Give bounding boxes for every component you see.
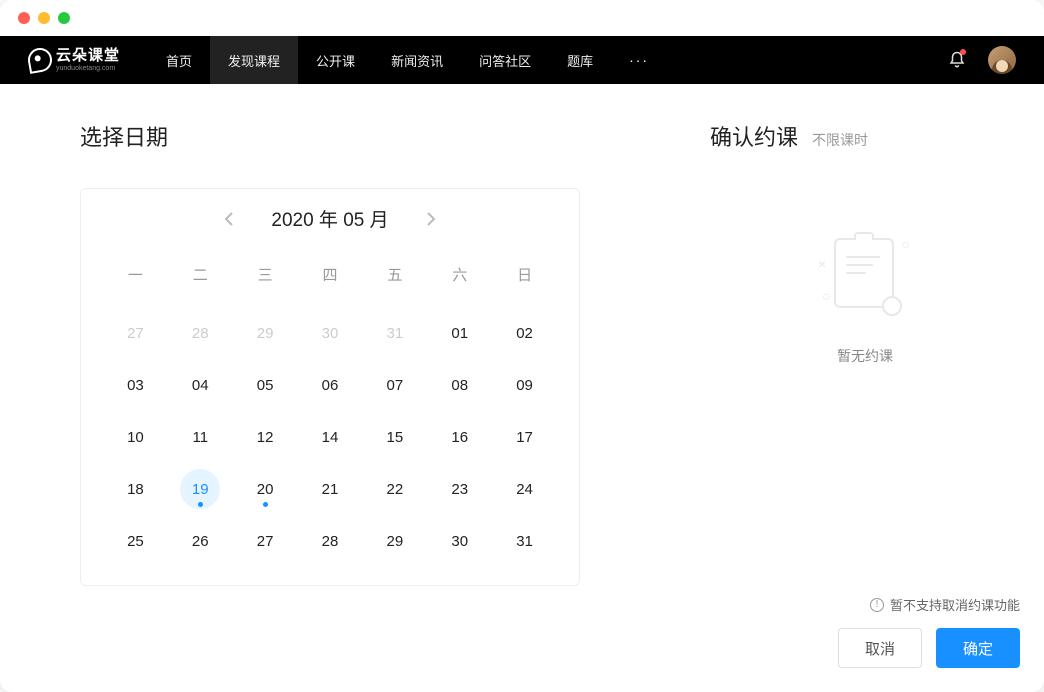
calendar-day[interactable]: 30	[429, 521, 490, 561]
calendar-day[interactable]: 12	[235, 417, 296, 457]
calendar-day[interactable]: 31	[364, 313, 425, 353]
window-minimize-button[interactable]	[38, 12, 50, 24]
calendar-day[interactable]: 26	[170, 521, 231, 561]
window-close-button[interactable]	[18, 12, 30, 24]
calendar-day[interactable]: 19	[180, 469, 220, 509]
navbar: 云朵课堂 yunduoketang.com 首页发现课程公开课新闻资讯问答社区题…	[0, 36, 1044, 84]
calendar-day[interactable]: 01	[429, 313, 490, 353]
calendar-day[interactable]: 29	[235, 313, 296, 353]
calendar-day[interactable]: 27	[105, 313, 166, 353]
cancel-button[interactable]: 取消	[838, 628, 922, 668]
window-titlebar	[0, 0, 1044, 36]
calendar-day[interactable]: 15	[364, 417, 425, 457]
nav-item-2[interactable]: 公开课	[298, 36, 373, 84]
calendar-day[interactable]: 31	[494, 521, 555, 561]
date-selection-panel: 选择日期 2020 年 05 月 一二三四五六日2728293031010203…	[80, 120, 620, 668]
calendar-dow: 五	[364, 254, 425, 301]
calendar-dow: 二	[170, 254, 231, 301]
calendar-day[interactable]: 10	[105, 417, 166, 457]
calendar-day[interactable]: 28	[300, 521, 361, 561]
nav-item-5[interactable]: 题库	[549, 36, 611, 84]
date-section-title: 选择日期	[80, 120, 620, 152]
calendar-dow: 六	[429, 254, 490, 301]
confirm-button[interactable]: 确定	[936, 628, 1020, 668]
app-window: 云朵课堂 yunduoketang.com 首页发现课程公开课新闻资讯问答社区题…	[0, 0, 1044, 692]
window-zoom-button[interactable]	[58, 12, 70, 24]
calendar-day[interactable]: 23	[429, 469, 490, 509]
calendar-dow: 日	[494, 254, 555, 301]
nav-item-1[interactable]: 发现课程	[210, 36, 298, 84]
calendar-day[interactable]: 29	[364, 521, 425, 561]
calendar-grid: 一二三四五六日272829303101020304050607080910111…	[105, 254, 555, 561]
content: 选择日期 2020 年 05 月 一二三四五六日2728293031010203…	[0, 84, 1044, 692]
nav-items: 首页发现课程公开课新闻资讯问答社区题库	[148, 36, 611, 84]
calendar-day[interactable]: 11	[170, 417, 231, 457]
calendar-day[interactable]: 24	[494, 469, 555, 509]
nav-more-button[interactable]: ···	[611, 52, 667, 68]
calendar-day[interactable]: 28	[170, 313, 231, 353]
empty-state: ○ × ○ 暂无约课	[710, 222, 1020, 595]
calendar-day[interactable]: 03	[105, 365, 166, 405]
calendar: 2020 年 05 月 一二三四五六日272829303101020304050…	[80, 188, 580, 586]
footer-note-text: 暂不支持取消约课功能	[890, 595, 1020, 614]
calendar-day[interactable]: 14	[300, 417, 361, 457]
calendar-prev-button[interactable]	[219, 209, 239, 229]
calendar-day[interactable]: 21	[300, 469, 361, 509]
booking-confirm-panel: 确认约课 不限课时 ○ × ○ 暂无约课 ! 暂不支持取消约课功能	[620, 120, 1020, 668]
brand-subtitle: yunduoketang.com	[56, 65, 120, 72]
brand[interactable]: 云朵课堂 yunduoketang.com	[28, 48, 120, 72]
notification-dot	[960, 49, 966, 55]
calendar-day[interactable]: 20	[235, 469, 296, 509]
calendar-day[interactable]: 02	[494, 313, 555, 353]
calendar-day[interactable]: 04	[170, 365, 231, 405]
calendar-day[interactable]: 30	[300, 313, 361, 353]
calendar-day[interactable]: 16	[429, 417, 490, 457]
nav-item-3[interactable]: 新闻资讯	[373, 36, 461, 84]
confirm-subtitle: 不限课时	[812, 130, 868, 150]
calendar-day[interactable]: 27	[235, 521, 296, 561]
footer-note: ! 暂不支持取消约课功能	[710, 595, 1020, 614]
calendar-day[interactable]: 22	[364, 469, 425, 509]
calendar-day[interactable]: 05	[235, 365, 296, 405]
calendar-day[interactable]: 18	[105, 469, 166, 509]
empty-clipboard-icon: ○ × ○	[820, 232, 910, 322]
calendar-day[interactable]: 25	[105, 521, 166, 561]
calendar-day[interactable]: 07	[364, 365, 425, 405]
empty-text: 暂无约课	[837, 346, 893, 366]
brand-title: 云朵课堂	[56, 48, 120, 63]
brand-cloud-icon	[26, 46, 54, 74]
calendar-title: 2020 年 05 月	[271, 205, 388, 232]
nav-item-4[interactable]: 问答社区	[461, 36, 549, 84]
notification-bell-icon[interactable]	[948, 51, 966, 69]
info-icon: !	[870, 598, 884, 612]
calendar-dow: 四	[300, 254, 361, 301]
calendar-next-button[interactable]	[421, 209, 441, 229]
user-avatar[interactable]	[988, 46, 1016, 74]
calendar-day[interactable]: 17	[494, 417, 555, 457]
calendar-dow: 三	[235, 254, 296, 301]
confirm-title: 确认约课	[710, 120, 798, 152]
calendar-dow: 一	[105, 254, 166, 301]
calendar-day[interactable]: 06	[300, 365, 361, 405]
nav-item-0[interactable]: 首页	[148, 36, 210, 84]
calendar-day[interactable]: 09	[494, 365, 555, 405]
calendar-day[interactable]: 08	[429, 365, 490, 405]
